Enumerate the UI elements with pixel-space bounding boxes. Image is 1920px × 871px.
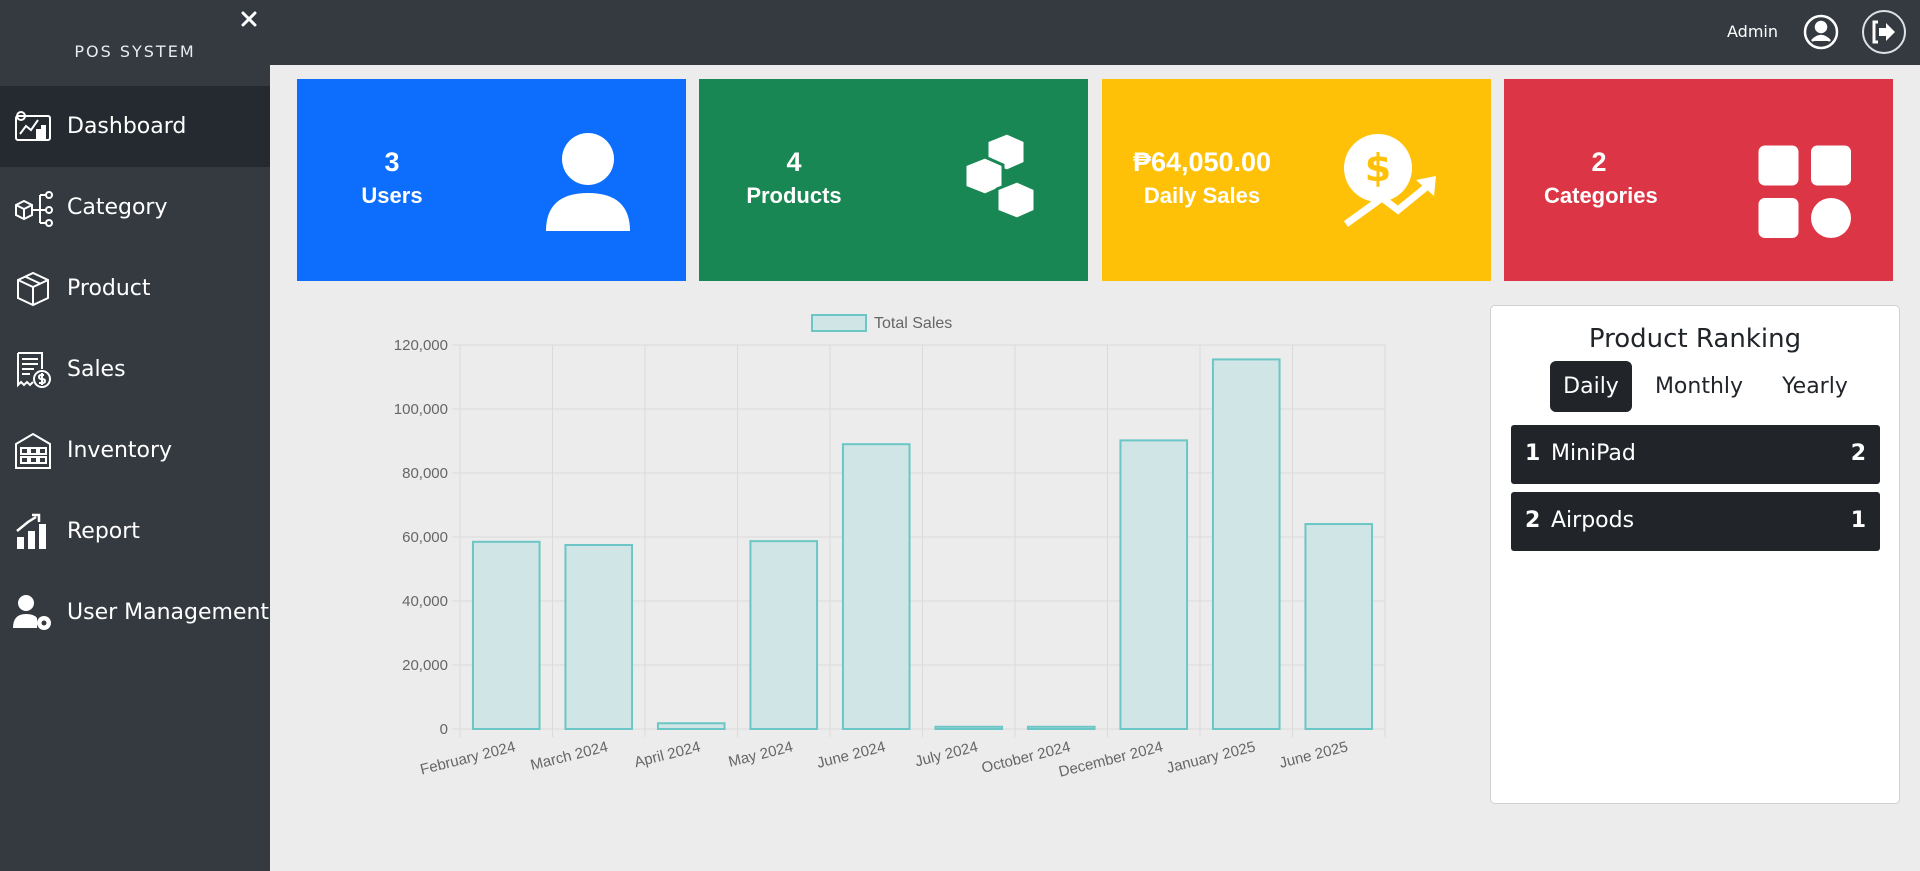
ranking-row[interactable]: 2 Airpods 1 [1511,492,1880,551]
product-name: Airpods [1551,508,1635,533]
rank-number: 1 [1525,441,1541,466]
y-tick-label: 80,000 [402,465,448,482]
sidebar-item-inventory[interactable]: Inventory [0,410,270,491]
sidebar-item-label: User Management [67,600,270,625]
card-label: Products [746,183,842,208]
logout-icon [1872,20,1895,44]
sidebar-item-label: Dashboard [67,114,187,139]
card-label: Users [361,183,423,208]
ranking-title: Product Ranking [1588,324,1802,354]
legend-swatch [811,314,867,332]
chart-bar [1304,523,1374,730]
x-tick-label: June 2025 [1278,738,1350,771]
sold-count: 2 [1850,441,1866,466]
y-tick-label: 60,000 [402,529,448,546]
card-value: 4 [786,147,802,177]
categories-stat-card[interactable]: 2 Categories [1504,79,1893,281]
sidebar-item-label: Sales [67,357,126,382]
topbar: Admin [270,0,1920,65]
svg-text:$: $ [1365,146,1391,190]
product-ranking-panel: Product Ranking Daily Monthly Yearly 1 M… [1490,305,1900,804]
card-value: ₱64,050.00 [1132,147,1272,177]
brand-title: POS SYSTEM [74,42,196,61]
x-tick-label: December 2024 [1057,738,1165,780]
sidebar-item-report[interactable]: Report [0,491,270,572]
inventory-icon [15,432,51,469]
sidebar-item-category[interactable]: Category [0,167,270,248]
x-tick-label: January 2025 [1165,738,1257,776]
tab-yearly[interactable]: Yearly [1765,361,1865,412]
card-value: 2 [1591,147,1607,177]
chart-bar [471,540,541,730]
sidebar-item-dashboard[interactable]: Dashboard [0,86,270,167]
dashboard-icon [15,110,51,141]
chart-bar [1026,725,1096,731]
sidebar-item-label: Product [67,276,151,301]
sales-receipt-icon [17,351,51,388]
chart-bar [656,722,726,730]
chart-bar [564,544,634,730]
boxes-icon [963,131,1037,221]
sidebar-item-label: Category [67,195,168,220]
chart-bar [1119,439,1189,731]
user-icon [546,133,630,231]
x-tick-label: February 2024 [418,738,517,778]
x-tick-label: March 2024 [529,738,610,774]
x-tick-label: July 2024 [913,738,979,770]
chart-bar [1211,358,1281,731]
sidebar-item-sales[interactable]: Sales [0,329,270,410]
user-avatar-icon[interactable] [1802,13,1840,51]
category-icon [15,190,53,227]
sidebar-item-label: Inventory [67,438,173,463]
sidebar-item-user-management[interactable]: User Management [0,572,270,653]
products-stat-card[interactable]: 4 Products [699,79,1088,281]
sidebar-item-product[interactable]: Product [0,248,270,329]
chart-canvas: 0 20,000 40,000 60,000 80,000 100,000 120,000 F… [394,314,1386,781]
y-tick-label: 100,000 [394,401,448,418]
sidebar-item-label: Report [67,519,140,544]
card-label: Daily Sales [1143,183,1261,208]
sidebar: POS SYSTEM Dashboard Category Product Sa… [0,0,270,871]
report-chart-icon [16,513,46,549]
y-tick-label: 40,000 [402,593,448,610]
rank-number: 2 [1525,508,1541,533]
sold-count: 1 [1850,508,1866,533]
x-tick-label: June 2024 [815,738,887,771]
chart-bar [934,725,1004,731]
y-tick-label: 20,000 [402,657,448,674]
daily-sales-stat-card[interactable]: ₱64,050.00 Daily Sales $ [1102,79,1491,281]
users-stat-card[interactable]: 3 Users [297,79,686,281]
categories-grid-icon [1758,145,1851,238]
close-icon[interactable] [238,8,260,30]
x-tick-label: April 2024 [633,738,703,771]
sidebar-header: POS SYSTEM [0,0,270,85]
y-tick-label: 120,000 [394,337,448,354]
chart-bar [749,540,819,730]
tab-daily[interactable]: Daily [1550,361,1632,412]
legend-label: Total Sales [874,315,952,332]
tab-monthly[interactable]: Monthly [1638,361,1760,412]
admin-username: Admin [1727,22,1778,41]
card-value: 3 [384,147,400,177]
chart-bar [841,443,911,730]
product-box-icon [17,271,49,306]
user-management-icon [13,594,51,630]
ranking-row[interactable]: 1 MiniPad 2 [1511,425,1880,484]
logout-button[interactable] [1862,10,1906,54]
product-name: MiniPad [1551,441,1636,466]
x-tick-label: May 2024 [727,738,795,770]
sales-bar-chart: 0 20,000 40,000 60,000 80,000 100,000 120,000 F… [370,300,1400,800]
sales-growth-icon: $ [1343,134,1436,227]
y-tick-label: 0 [440,721,448,738]
card-label: Categories [1544,183,1658,208]
